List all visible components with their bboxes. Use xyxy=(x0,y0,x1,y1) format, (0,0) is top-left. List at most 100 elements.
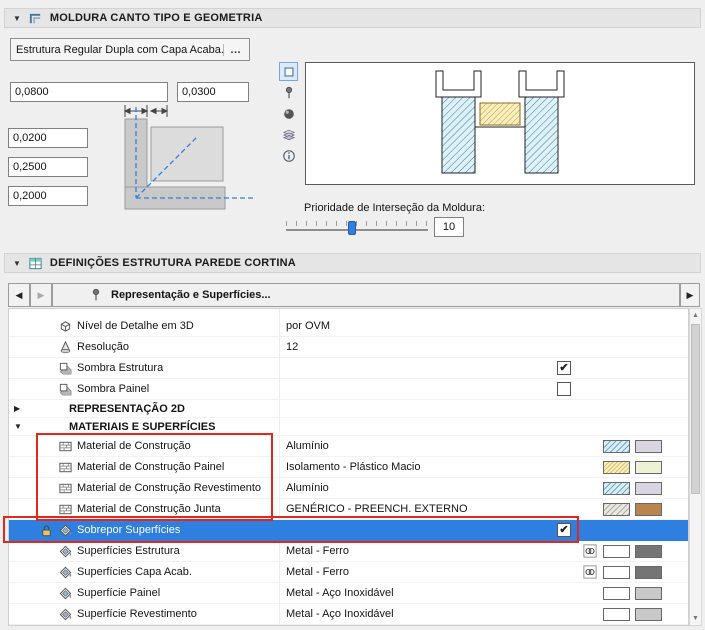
row-label: Material de Construção Junta xyxy=(77,503,221,515)
surface-swatch[interactable] xyxy=(635,566,662,579)
scroll-down-icon[interactable]: ▼ xyxy=(690,612,701,625)
page-prev-button[interactable]: ◀ xyxy=(8,283,30,307)
table-scrollbar[interactable]: ▲ ▼ xyxy=(689,308,702,626)
sombra-estrutura-checkbox[interactable]: ✔ xyxy=(557,361,571,375)
expander-icon[interactable]: ▶ xyxy=(14,404,20,413)
row-value[interactable]: Metal - Ferro xyxy=(286,566,349,578)
material-cut-swatch[interactable] xyxy=(603,482,630,495)
left-arrow-icon: ◀ xyxy=(15,289,23,300)
scroll-up-icon[interactable]: ▲ xyxy=(690,309,701,322)
table-row-material-painel[interactable]: Material de Construção Painel Isolamento… xyxy=(9,457,688,478)
row-label: Sombra Estrutura xyxy=(77,362,164,374)
row-value[interactable]: Alumínio xyxy=(286,440,329,452)
row-value[interactable]: Metal - Aço Inoxidável xyxy=(286,608,394,620)
table-row-resolucao[interactable]: Resolução 12 xyxy=(9,337,688,358)
material-icon xyxy=(58,460,73,475)
chain-link-icon[interactable] xyxy=(583,544,597,558)
chain-link-icon[interactable] xyxy=(583,565,597,579)
paint-bucket-icon xyxy=(58,607,73,622)
square-icon xyxy=(282,65,296,79)
group-row-materiais-superficies[interactable]: ▼ MATERIAIS E SUPERFÍCIES xyxy=(9,418,688,436)
view-layers-button[interactable] xyxy=(279,125,298,144)
material-surface-swatch[interactable] xyxy=(635,482,662,495)
frame-width-input[interactable] xyxy=(10,82,168,102)
material-cut-swatch[interactable] xyxy=(603,461,630,474)
paint-bucket-icon xyxy=(58,565,73,580)
shadow-icon xyxy=(58,382,73,397)
table-row-sombra-estrutura[interactable]: Sombra Estrutura ✔ xyxy=(9,358,688,379)
surface-swatch[interactable] xyxy=(603,608,630,621)
material-surface-swatch[interactable] xyxy=(635,440,662,453)
page-selector-label: Representação e Superfícies... xyxy=(111,289,271,301)
page-forward-button[interactable]: ▶ xyxy=(680,283,700,307)
shadow-icon xyxy=(58,361,73,376)
group-row-representacao-2d[interactable]: ▶ REPRESENTAÇÃO 2D xyxy=(9,400,688,418)
sobrepor-superficies-checkbox[interactable]: ✔ xyxy=(557,523,571,537)
cube-icon xyxy=(58,319,73,334)
table-row-material-junta[interactable]: Material de Construção Junta GENÉRICO - … xyxy=(9,499,688,520)
table-row-superficie-estrutura[interactable]: Superfícies Estrutura Metal - Ferro xyxy=(9,541,688,562)
check-icon: ✔ xyxy=(559,362,569,374)
corner-geometry-diagram xyxy=(123,105,255,210)
surface-swatch[interactable] xyxy=(603,587,630,600)
frame-structure-dropdown[interactable]: Estrutura Regular Dupla com Capa Acaba..… xyxy=(10,38,250,61)
frame-preview-panel xyxy=(305,62,695,185)
row-label: Nível de Detalhe em 3D xyxy=(77,320,194,332)
panel-header-definicoes[interactable]: ▼ DEFINIÇÕES ESTRUTURA PAREDE CORTINA xyxy=(4,253,701,273)
priority-label: Prioridade de Interseção da Moldura: xyxy=(304,202,485,214)
priority-slider-track[interactable] xyxy=(286,229,428,231)
dim-c-input[interactable] xyxy=(8,186,88,206)
priority-value-input[interactable] xyxy=(434,217,464,237)
table-row-sobrepor-superficies[interactable]: Sobrepor Superfícies ✔ xyxy=(9,520,688,541)
row-value[interactable]: Metal - Aço Inoxidável xyxy=(286,587,394,599)
dim-b-input[interactable] xyxy=(8,157,88,177)
row-value[interactable]: 12 xyxy=(286,341,298,353)
row-value[interactable]: GENÉRICO - PREENCH. EXTERNO xyxy=(286,503,468,515)
table-row-sombra-painel[interactable]: Sombra Painel xyxy=(9,379,688,400)
table-row-superficie-revestimento[interactable]: Superfície Revestimento Metal - Aço Inox… xyxy=(9,604,688,625)
priority-slider-handle[interactable] xyxy=(348,221,356,235)
frame-structure-label: Estrutura Regular Dupla com Capa Acaba..… xyxy=(16,43,223,56)
panel-title: DEFINIÇÕES ESTRUTURA PAREDE CORTINA xyxy=(49,257,296,269)
material-surface-swatch[interactable] xyxy=(635,503,662,516)
row-value[interactable]: Isolamento - Plástico Macio xyxy=(286,461,421,473)
frame-section-drawing xyxy=(435,70,565,174)
table-row-material-construcao[interactable]: Material de Construção Alumínio xyxy=(9,436,688,457)
frame-depth-input[interactable] xyxy=(177,82,249,102)
row-value[interactable]: Metal - Ferro xyxy=(286,545,349,557)
dim-a-input[interactable] xyxy=(8,128,88,148)
scrollbar-thumb[interactable] xyxy=(691,324,700,494)
sombra-painel-checkbox[interactable] xyxy=(557,382,571,396)
collapse-arrow-icon[interactable]: ▼ xyxy=(13,14,21,23)
table-row-superficie-capa-acab[interactable]: Superfícies Capa Acab. Metal - Ferro xyxy=(9,562,688,583)
info-button[interactable] xyxy=(279,146,298,165)
material-cut-swatch[interactable] xyxy=(603,503,630,516)
page-next-button[interactable]: ▶ xyxy=(30,283,52,307)
group-label: MATERIAIS E SUPERFÍCIES xyxy=(69,421,216,433)
collapse-arrow-icon[interactable]: ▼ xyxy=(13,259,21,268)
view-plan-button[interactable] xyxy=(279,62,298,81)
row-value[interactable]: Alumínio xyxy=(286,482,329,494)
paint-bucket-icon xyxy=(58,523,73,538)
surface-swatch[interactable] xyxy=(603,545,630,558)
frame-geometry-icon xyxy=(28,11,43,26)
page-selector-dropdown[interactable]: Representação e Superfícies... xyxy=(52,283,680,307)
dropdown-more-icon[interactable]: … xyxy=(223,43,244,56)
surface-swatch[interactable] xyxy=(603,566,630,579)
table-row-superficie-painel[interactable]: Superfície Painel Metal - Aço Inoxidável xyxy=(9,583,688,604)
view-3d-button[interactable] xyxy=(279,104,298,123)
settings-grid-icon xyxy=(28,256,43,271)
lock-icon xyxy=(39,523,54,538)
table-row-material-revestimento[interactable]: Material de Construção Revestimento Alum… xyxy=(9,478,688,499)
material-cut-swatch[interactable] xyxy=(603,440,630,453)
row-value[interactable]: por OVM xyxy=(286,320,330,332)
panel-header-moldura[interactable]: ▼ MOLDURA CANTO TIPO E GEOMETRIA xyxy=(4,8,701,28)
row-label: Material de Construção Painel xyxy=(77,461,225,473)
expander-icon[interactable]: ▼ xyxy=(14,422,22,431)
surface-swatch[interactable] xyxy=(635,587,662,600)
surface-swatch[interactable] xyxy=(635,608,662,621)
table-row-nivel-detalhe-3d[interactable]: Nível de Detalhe em 3D por OVM xyxy=(9,316,688,337)
surface-swatch[interactable] xyxy=(635,545,662,558)
material-surface-swatch[interactable] xyxy=(635,461,662,474)
pin-view-button[interactable] xyxy=(279,83,298,102)
